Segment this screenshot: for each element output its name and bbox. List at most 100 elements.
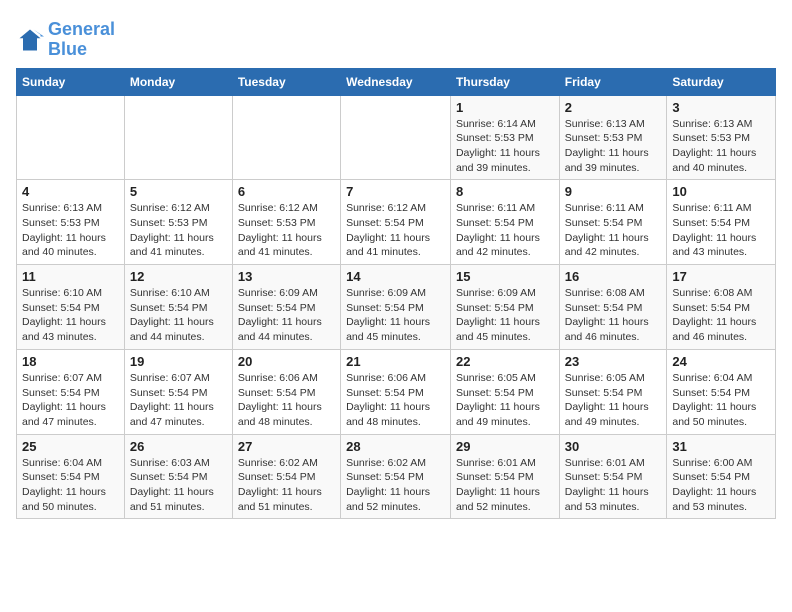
calendar-cell: 22 Sunrise: 6:05 AMSunset: 5:54 PMDayligh… [450, 349, 559, 434]
calendar-cell: 17 Sunrise: 6:08 AMSunset: 5:54 PMDayligh… [667, 265, 776, 350]
calendar-cell: 14 Sunrise: 6:09 AMSunset: 5:54 PMDayligh… [341, 265, 451, 350]
calendar-table: SundayMondayTuesdayWednesdayThursdayFrid… [16, 68, 776, 520]
calendar-cell: 12 Sunrise: 6:10 AMSunset: 5:54 PMDayligh… [124, 265, 232, 350]
day-info: Sunrise: 6:02 AMSunset: 5:54 PMDaylight:… [346, 456, 445, 515]
day-number: 30 [565, 439, 662, 454]
calendar-cell: 30 Sunrise: 6:01 AMSunset: 5:54 PMDayligh… [559, 434, 667, 519]
weekday-header-sunday: Sunday [17, 68, 125, 95]
day-info: Sunrise: 6:11 AMSunset: 5:54 PMDaylight:… [565, 201, 662, 260]
day-info: Sunrise: 6:09 AMSunset: 5:54 PMDaylight:… [238, 286, 335, 345]
day-number: 4 [22, 184, 119, 199]
day-info: Sunrise: 6:03 AMSunset: 5:54 PMDaylight:… [130, 456, 227, 515]
day-info: Sunrise: 6:11 AMSunset: 5:54 PMDaylight:… [456, 201, 554, 260]
day-info: Sunrise: 6:12 AMSunset: 5:53 PMDaylight:… [238, 201, 335, 260]
day-number: 17 [672, 269, 770, 284]
day-info: Sunrise: 6:14 AMSunset: 5:53 PMDaylight:… [456, 117, 554, 176]
logo-icon [16, 26, 44, 54]
day-number: 21 [346, 354, 445, 369]
calendar-cell: 28 Sunrise: 6:02 AMSunset: 5:54 PMDayligh… [341, 434, 451, 519]
day-info: Sunrise: 6:00 AMSunset: 5:54 PMDaylight:… [672, 456, 770, 515]
day-number: 22 [456, 354, 554, 369]
calendar-cell: 21Sunrise: 6:06 AMSunset: 5:54 PMDayligh… [341, 349, 451, 434]
day-info: Sunrise: 6:06 AMSunset: 5:54 PMDaylight:… [238, 371, 335, 430]
logo-text2: Blue [48, 40, 115, 60]
weekday-header-tuesday: Tuesday [232, 68, 340, 95]
calendar-week-2: 4 Sunrise: 6:13 AMSunset: 5:53 PMDaylight… [17, 180, 776, 265]
day-info: Sunrise: 6:09 AMSunset: 5:54 PMDaylight:… [346, 286, 445, 345]
day-number: 1 [456, 100, 554, 115]
day-info: Sunrise: 6:07 AMSunset: 5:54 PMDaylight:… [130, 371, 227, 430]
day-number: 13 [238, 269, 335, 284]
calendar-cell: 20 Sunrise: 6:06 AMSunset: 5:54 PMDayligh… [232, 349, 340, 434]
calendar-cell: 26 Sunrise: 6:03 AMSunset: 5:54 PMDayligh… [124, 434, 232, 519]
weekday-header-friday: Friday [559, 68, 667, 95]
day-number: 2 [565, 100, 662, 115]
calendar-cell: 9 Sunrise: 6:11 AMSunset: 5:54 PMDaylight… [559, 180, 667, 265]
day-info: Sunrise: 6:07 AMSunset: 5:54 PMDaylight:… [22, 371, 119, 430]
day-info: Sunrise: 6:01 AMSunset: 5:54 PMDaylight:… [565, 456, 662, 515]
calendar-cell: 4 Sunrise: 6:13 AMSunset: 5:53 PMDaylight… [17, 180, 125, 265]
weekday-header-row: SundayMondayTuesdayWednesdayThursdayFrid… [17, 68, 776, 95]
calendar-cell: 19 Sunrise: 6:07 AMSunset: 5:54 PMDayligh… [124, 349, 232, 434]
day-number: 12 [130, 269, 227, 284]
calendar-cell: 1 Sunrise: 6:14 AMSunset: 5:53 PMDaylight… [450, 95, 559, 180]
calendar-cell: 8 Sunrise: 6:11 AMSunset: 5:54 PMDaylight… [450, 180, 559, 265]
day-info: Sunrise: 6:12 AMSunset: 5:54 PMDaylight:… [346, 201, 445, 260]
calendar-cell: 25Sunrise: 6:04 AMSunset: 5:54 PMDayligh… [17, 434, 125, 519]
day-number: 7 [346, 184, 445, 199]
day-info: Sunrise: 6:10 AMSunset: 5:54 PMDaylight:… [130, 286, 227, 345]
day-number: 16 [565, 269, 662, 284]
calendar-cell: 5Sunrise: 6:12 AMSunset: 5:53 PMDaylight… [124, 180, 232, 265]
day-number: 28 [346, 439, 445, 454]
calendar-week-4: 18 Sunrise: 6:07 AMSunset: 5:54 PMDayligh… [17, 349, 776, 434]
calendar-week-3: 11 Sunrise: 6:10 AMSunset: 5:54 PMDayligh… [17, 265, 776, 350]
day-number: 8 [456, 184, 554, 199]
day-number: 6 [238, 184, 335, 199]
day-info: Sunrise: 6:04 AMSunset: 5:54 PMDaylight:… [672, 371, 770, 430]
weekday-header-thursday: Thursday [450, 68, 559, 95]
day-number: 26 [130, 439, 227, 454]
calendar-week-5: 25Sunrise: 6:04 AMSunset: 5:54 PMDayligh… [17, 434, 776, 519]
calendar-cell: 13 Sunrise: 6:09 AMSunset: 5:54 PMDayligh… [232, 265, 340, 350]
calendar-cell: 6 Sunrise: 6:12 AMSunset: 5:53 PMDaylight… [232, 180, 340, 265]
day-info: Sunrise: 6:10 AMSunset: 5:54 PMDaylight:… [22, 286, 119, 345]
day-info: Sunrise: 6:05 AMSunset: 5:54 PMDaylight:… [456, 371, 554, 430]
day-number: 14 [346, 269, 445, 284]
calendar-cell: 11 Sunrise: 6:10 AMSunset: 5:54 PMDayligh… [17, 265, 125, 350]
calendar-cell: 2 Sunrise: 6:13 AMSunset: 5:53 PMDaylight… [559, 95, 667, 180]
day-number: 5 [130, 184, 227, 199]
calendar-cell: 16 Sunrise: 6:08 AMSunset: 5:54 PMDayligh… [559, 265, 667, 350]
calendar-cell: 23Sunrise: 6:05 AMSunset: 5:54 PMDayligh… [559, 349, 667, 434]
day-number: 9 [565, 184, 662, 199]
day-number: 10 [672, 184, 770, 199]
calendar-cell: 27Sunrise: 6:02 AMSunset: 5:54 PMDayligh… [232, 434, 340, 519]
day-info: Sunrise: 6:01 AMSunset: 5:54 PMDaylight:… [456, 456, 554, 515]
weekday-header-wednesday: Wednesday [341, 68, 451, 95]
day-number: 24 [672, 354, 770, 369]
day-info: Sunrise: 6:09 AMSunset: 5:54 PMDaylight:… [456, 286, 554, 345]
calendar-cell: 31 Sunrise: 6:00 AMSunset: 5:54 PMDayligh… [667, 434, 776, 519]
logo-text: General [48, 20, 115, 40]
day-info: Sunrise: 6:08 AMSunset: 5:54 PMDaylight:… [672, 286, 770, 345]
day-info: Sunrise: 6:13 AMSunset: 5:53 PMDaylight:… [565, 117, 662, 176]
calendar-cell: 10Sunrise: 6:11 AMSunset: 5:54 PMDayligh… [667, 180, 776, 265]
day-info: Sunrise: 6:13 AMSunset: 5:53 PMDaylight:… [22, 201, 119, 260]
day-number: 3 [672, 100, 770, 115]
day-info: Sunrise: 6:08 AMSunset: 5:54 PMDaylight:… [565, 286, 662, 345]
day-number: 31 [672, 439, 770, 454]
day-number: 15 [456, 269, 554, 284]
calendar-cell [341, 95, 451, 180]
calendar-cell: 15 Sunrise: 6:09 AMSunset: 5:54 PMDayligh… [450, 265, 559, 350]
day-number: 11 [22, 269, 119, 284]
calendar-cell: 29 Sunrise: 6:01 AMSunset: 5:54 PMDayligh… [450, 434, 559, 519]
weekday-header-monday: Monday [124, 68, 232, 95]
day-number: 20 [238, 354, 335, 369]
day-number: 18 [22, 354, 119, 369]
day-number: 29 [456, 439, 554, 454]
day-number: 25 [22, 439, 119, 454]
calendar-cell: 3Sunrise: 6:13 AMSunset: 5:53 PMDaylight… [667, 95, 776, 180]
day-info: Sunrise: 6:05 AMSunset: 5:54 PMDaylight:… [565, 371, 662, 430]
day-info: Sunrise: 6:02 AMSunset: 5:54 PMDaylight:… [238, 456, 335, 515]
day-number: 19 [130, 354, 227, 369]
logo: General Blue [16, 20, 115, 60]
